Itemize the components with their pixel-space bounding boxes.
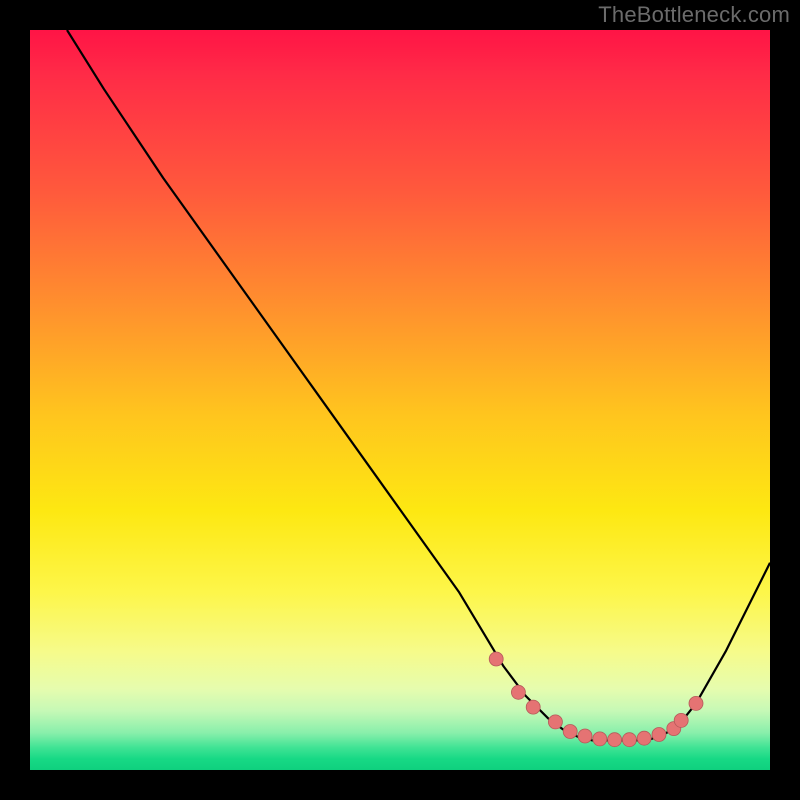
highlight-marker: [578, 729, 592, 743]
highlight-marker: [511, 685, 525, 699]
highlight-marker: [563, 725, 577, 739]
bottleneck-curve-line: [67, 30, 770, 740]
highlight-marker: [652, 728, 666, 742]
highlight-markers-group: [489, 652, 703, 747]
chart-frame: TheBottleneck.com: [0, 0, 800, 800]
highlight-marker: [608, 733, 622, 747]
highlight-marker: [674, 713, 688, 727]
highlight-marker: [593, 732, 607, 746]
plot-area: [30, 30, 770, 770]
highlight-marker: [622, 733, 636, 747]
highlight-marker: [689, 696, 703, 710]
highlight-marker: [526, 700, 540, 714]
highlight-marker: [548, 715, 562, 729]
highlight-marker: [637, 731, 651, 745]
highlight-marker: [489, 652, 503, 666]
chart-overlay: [30, 30, 770, 770]
watermark-text: TheBottleneck.com: [598, 2, 790, 28]
